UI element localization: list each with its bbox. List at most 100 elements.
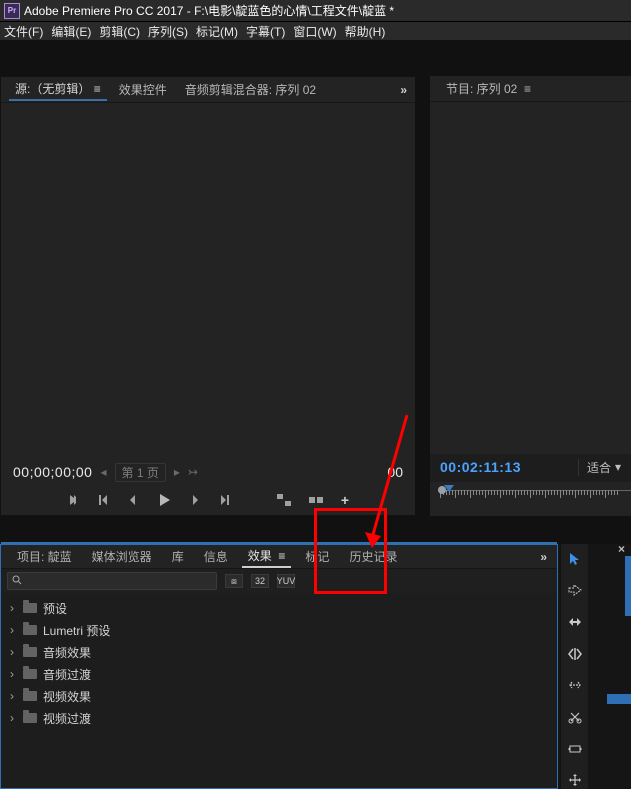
go-out-icon[interactable] xyxy=(219,494,231,506)
tab-project[interactable]: 项目: 靛蓝 xyxy=(11,546,78,567)
source-panel-tabs-overflow-icon[interactable]: » xyxy=(400,83,407,97)
menu-title[interactable]: 字幕(T) xyxy=(246,23,285,40)
tab-media-browser[interactable]: 媒体浏览器 xyxy=(86,546,158,567)
folder-icon xyxy=(23,713,37,723)
menu-help[interactable]: 帮助(H) xyxy=(345,23,386,40)
timeline-selection-indicator xyxy=(625,556,631,616)
search-icon xyxy=(12,574,22,588)
step-back-icon[interactable] xyxy=(127,494,139,506)
tab-history[interactable]: 历史记录 xyxy=(343,546,403,567)
expand-icon[interactable]: › xyxy=(7,623,17,637)
folder-icon xyxy=(23,647,37,657)
tree-item-label: 视频效果 xyxy=(43,688,91,705)
clip-segment[interactable] xyxy=(607,694,631,704)
next-page-icon[interactable]: ▸ xyxy=(174,465,180,479)
tab-effect-controls[interactable]: 效果控件 xyxy=(113,79,173,100)
effects-panel-tabs: 项目: 靛蓝 媒体浏览器 库 信息 效果 ≡ 标记 历史记录 » xyxy=(1,545,557,569)
search-input[interactable] xyxy=(26,575,212,587)
rolling-edit-tool-icon[interactable] xyxy=(566,645,584,663)
menu-clip[interactable]: 剪辑(C) xyxy=(99,23,140,40)
go-in-icon[interactable] xyxy=(97,494,109,506)
zoom-fit-label: 适合 xyxy=(587,459,611,476)
tree-item-video-effects[interactable]: › 视频效果 xyxy=(7,685,551,707)
expand-icon[interactable]: › xyxy=(7,711,17,725)
timeline-right-strip: × xyxy=(603,544,631,789)
insert-icon[interactable] xyxy=(277,494,291,506)
expand-icon[interactable]: › xyxy=(7,601,17,615)
program-panel: 节目: 序列 02 ≡ 00:02:11:13 适合 ▾ xyxy=(430,76,631,516)
tab-program[interactable]: 节目: 序列 02 ≡ xyxy=(440,78,537,99)
source-page-info: 第 1 页 xyxy=(115,463,166,482)
effects-tabs-overflow-icon[interactable]: » xyxy=(540,550,547,564)
mark-in-icon[interactable] xyxy=(67,494,79,506)
tab-audio-clip-mixer[interactable]: 音频剪辑混合器: 序列 02 xyxy=(179,79,322,100)
yuv-filter-icon[interactable]: YUV xyxy=(277,574,295,588)
app-icon: Pr xyxy=(4,3,20,19)
tree-item-lumetri-presets[interactable]: › Lumetri 预设 xyxy=(7,619,551,641)
loop-icon[interactable]: ↣ xyxy=(188,465,198,479)
folder-icon xyxy=(23,669,37,679)
panel-menu-icon[interactable]: ≡ xyxy=(278,549,285,563)
expand-icon[interactable]: › xyxy=(7,645,17,659)
razor-tool-icon[interactable] xyxy=(566,708,584,726)
tree-item-video-transitions[interactable]: › 视频过渡 xyxy=(7,707,551,729)
timeline-tool-column xyxy=(560,544,588,789)
rate-stretch-tool-icon[interactable] xyxy=(566,677,584,695)
source-transport-bar: + xyxy=(1,485,415,515)
accelerated-filter-icon[interactable]: ⧈ xyxy=(225,574,243,588)
tab-effects[interactable]: 效果 ≡ xyxy=(242,545,292,568)
playhead-icon[interactable] xyxy=(444,484,454,492)
tab-info[interactable]: 信息 xyxy=(198,546,234,567)
zoom-fit-dropdown[interactable]: 适合 ▾ xyxy=(578,459,621,476)
effects-search-bar: ⧈ 32 YUV xyxy=(1,569,557,593)
panel-menu-icon[interactable]: ≡ xyxy=(524,82,531,96)
menu-window[interactable]: 窗口(W) xyxy=(293,23,336,40)
32bit-filter-icon[interactable]: 32 xyxy=(251,574,269,588)
add-button-icon[interactable]: + xyxy=(341,493,349,507)
program-time-ruler[interactable] xyxy=(430,482,631,516)
track-select-tool-icon[interactable] xyxy=(566,582,584,600)
effects-tree: › 预设 › Lumetri 预设 › 音频效果 › 音频过渡 xyxy=(1,593,557,733)
selection-tool-icon[interactable] xyxy=(566,550,584,568)
expand-icon[interactable]: › xyxy=(7,689,17,703)
folder-icon xyxy=(23,625,37,635)
effects-search-input[interactable] xyxy=(7,572,217,590)
menu-marker[interactable]: 标记(M) xyxy=(196,23,238,40)
menubar: 文件(F) 编辑(E) 剪辑(C) 序列(S) 标记(M) 字幕(T) 窗口(W… xyxy=(0,22,631,40)
tree-item-audio-transitions[interactable]: › 音频过渡 xyxy=(7,663,551,685)
tab-markers[interactable]: 标记 xyxy=(299,546,335,567)
program-monitor-viewport[interactable] xyxy=(430,102,631,454)
folder-icon xyxy=(23,603,37,613)
ripple-edit-tool-icon[interactable] xyxy=(566,613,584,631)
panel-menu-icon[interactable]: ≡ xyxy=(94,82,101,96)
menu-sequence[interactable]: 序列(S) xyxy=(148,23,188,40)
slip-tool-icon[interactable] xyxy=(566,740,584,758)
close-panel-icon[interactable]: × xyxy=(618,542,625,556)
tab-libraries[interactable]: 库 xyxy=(166,546,190,567)
titlebar: Pr Adobe Premiere Pro CC 2017 - F:\电影\靛蓝… xyxy=(0,0,631,22)
play-icon[interactable] xyxy=(157,493,171,507)
menu-edit[interactable]: 编辑(E) xyxy=(51,23,91,40)
program-panel-tabs: 节目: 序列 02 ≡ xyxy=(430,76,631,102)
tab-source-noclip[interactable]: 源:（无剪辑） ≡ xyxy=(9,78,107,101)
source-timecode-right: 00 xyxy=(387,464,403,480)
source-timecode-left[interactable]: 00;00;00;00 xyxy=(13,464,92,480)
window-title: Adobe Premiere Pro CC 2017 - F:\电影\靛蓝色的心… xyxy=(24,2,394,19)
tree-item-presets[interactable]: › 预设 xyxy=(7,597,551,619)
folder-icon xyxy=(23,691,37,701)
stage: 源:（无剪辑） ≡ 效果控件 音频剪辑混合器: 序列 02 » 00;00;00… xyxy=(0,40,631,789)
tree-item-audio-effects[interactable]: › 音频效果 xyxy=(7,641,551,663)
program-timecode[interactable]: 00:02:11:13 xyxy=(440,459,521,475)
prev-page-icon[interactable]: ◂ xyxy=(100,465,106,479)
step-fwd-icon[interactable] xyxy=(189,494,201,506)
overwrite-icon[interactable] xyxy=(309,494,323,506)
tree-item-label: 视频过渡 xyxy=(43,710,91,727)
tree-item-label: Lumetri 预设 xyxy=(43,622,110,639)
expand-icon[interactable]: › xyxy=(7,667,17,681)
source-monitor-viewport[interactable] xyxy=(1,103,415,459)
slide-tool-icon[interactable] xyxy=(566,771,584,789)
menu-file[interactable]: 文件(F) xyxy=(4,23,43,40)
tree-item-label: 音频过渡 xyxy=(43,666,91,683)
effects-panel: 项目: 靛蓝 媒体浏览器 库 信息 效果 ≡ 标记 历史记录 » ⧈ 32 YU… xyxy=(0,544,558,789)
chevron-down-icon: ▾ xyxy=(615,460,621,474)
